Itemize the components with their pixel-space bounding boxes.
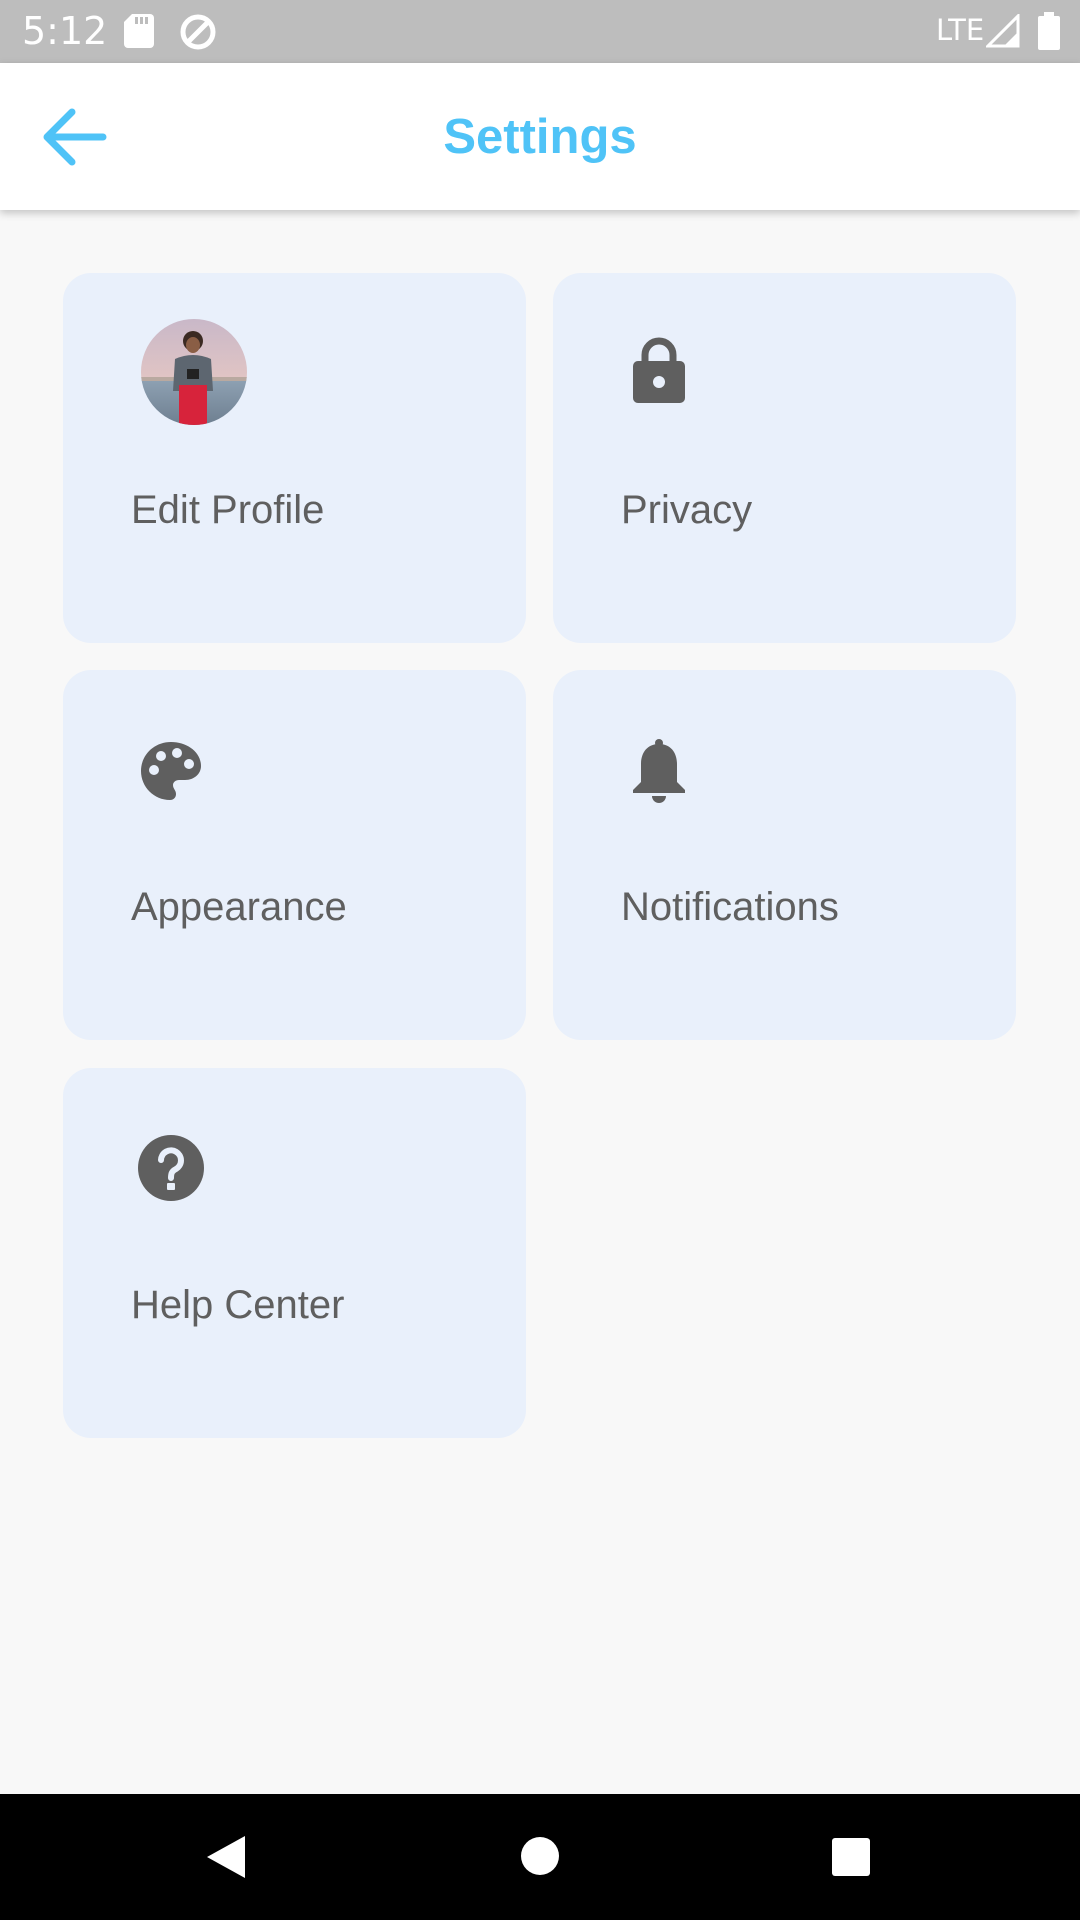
card-label: Help Center (131, 1283, 345, 1327)
bell-icon (631, 738, 687, 811)
lock-icon (631, 335, 687, 410)
help-circle-icon (137, 1134, 205, 1207)
back-button[interactable] (30, 99, 118, 175)
card-label: Appearance (131, 885, 347, 929)
battery-icon (1038, 12, 1060, 55)
home-circle-icon[interactable] (520, 1836, 560, 1881)
edit-profile-card[interactable]: Edit Profile (63, 273, 526, 643)
appearance-card[interactable]: Appearance (63, 670, 526, 1040)
app-bar: Settings (0, 63, 1080, 210)
privacy-card[interactable]: Privacy (553, 273, 1016, 643)
card-label: Notifications (621, 885, 839, 929)
signal-icon (984, 12, 1020, 53)
back-triangle-icon[interactable] (205, 1834, 247, 1885)
avatar (141, 319, 247, 425)
card-label: Edit Profile (131, 488, 325, 532)
notifications-card[interactable]: Notifications (553, 670, 1016, 1040)
data-saver-icon (178, 12, 218, 57)
card-label: Privacy (621, 488, 753, 532)
status-bar: 5:12 LTE (0, 0, 1080, 63)
status-time: 5:12 (22, 9, 108, 53)
arrow-back-icon (43, 108, 107, 166)
help-center-card[interactable]: Help Center (63, 1068, 526, 1438)
network-type: LTE (936, 13, 985, 47)
navigation-bar (0, 1794, 1080, 1920)
recents-square-icon[interactable] (831, 1837, 871, 1882)
palette-icon (139, 740, 203, 809)
page-title: Settings (443, 109, 637, 164)
sd-card-icon (124, 14, 154, 53)
